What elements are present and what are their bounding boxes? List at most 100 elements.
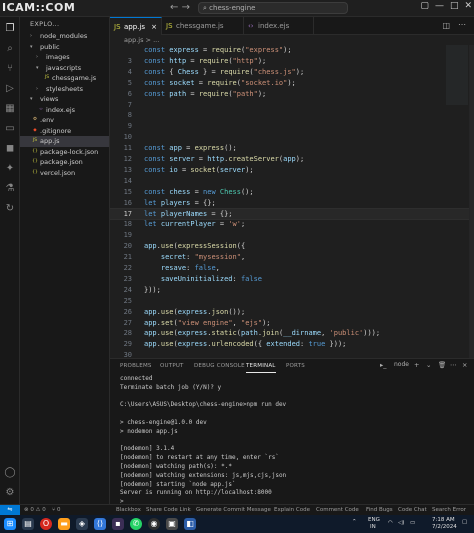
add-terminal-icon[interactable]: + [414, 361, 419, 369]
tree-item[interactable]: ▾ javascripts [20, 63, 109, 74]
code-line[interactable]: 16 let players = {}; [110, 198, 474, 209]
close-panel-icon[interactable]: × [462, 361, 467, 369]
tab-index-ejs[interactable]: ‹› index.ejs [244, 17, 314, 35]
battery-icon[interactable]: ▭ [410, 520, 415, 526]
code-line[interactable]: 26 app.use(express.json()); [110, 307, 474, 318]
tree-item[interactable]: ▾ public [20, 42, 109, 53]
layout-icon[interactable]: ▢ [420, 1, 429, 11]
code-line[interactable]: 19 [110, 230, 474, 241]
terminal-app-icon[interactable]: ▪ [112, 518, 124, 530]
tree-item[interactable]: {} package-lock.json [20, 147, 109, 158]
code-line[interactable]: 7 [110, 100, 474, 111]
tree-item[interactable]: › node_modules [20, 31, 109, 42]
code-line[interactable]: 8 [110, 110, 474, 121]
editor-scrollbar[interactable] [469, 45, 474, 358]
status-generate-commit[interactable]: Generate Commit Message [196, 505, 271, 515]
tab-app-js[interactable]: JS app.js × [110, 17, 162, 35]
code-line[interactable]: 11 const app = express(); [110, 143, 474, 154]
tree-item[interactable]: ‹› index.ejs [20, 105, 109, 116]
code-line[interactable]: 22 resave: false, [110, 263, 474, 274]
minimize-icon[interactable]: — [435, 1, 444, 11]
tree-item[interactable]: ◆ .gitignore [20, 126, 109, 137]
forward-arrow-icon[interactable]: → [182, 2, 190, 13]
code-line[interactable]: 15 const chess = new Chess(); [110, 187, 474, 198]
tray-chevron-icon[interactable]: ⌃ [352, 519, 357, 525]
code-line[interactable]: 29 app.use(express.urlencoded({ extended:… [110, 339, 474, 350]
tray-lang[interactable]: ENG [368, 517, 380, 523]
live-share-icon[interactable]: ↻ [4, 203, 16, 215]
remote-explorer-icon[interactable]: ▭ [4, 123, 16, 135]
chevron-down-icon[interactable]: ⌄ [426, 361, 431, 369]
code-line[interactable]: 14 [110, 176, 474, 187]
code-line[interactable]: 30 [110, 350, 474, 358]
opera-icon[interactable]: O [40, 518, 52, 530]
clock-time[interactable]: 7:18 AM [432, 517, 455, 523]
tab-chessgame-js[interactable]: JS chessgame.js [162, 17, 244, 35]
tab-ports[interactable]: PORTS [286, 359, 305, 373]
code-line[interactable]: 12 const server = http.createServer(app); [110, 154, 474, 165]
tab-output[interactable]: OUTPUT [160, 359, 184, 373]
wifi-icon[interactable]: ◠ [388, 520, 393, 526]
status-blackbox[interactable]: Blackbox [116, 505, 141, 515]
tree-item[interactable]: {} package.json [20, 157, 109, 168]
shell-label[interactable]: node [394, 361, 409, 368]
close-icon[interactable]: × [151, 18, 157, 36]
status-search-error[interactable]: Search Error [432, 505, 466, 515]
code-line[interactable]: 10 [110, 132, 474, 143]
code-line[interactable]: 24})); [110, 285, 474, 296]
tree-item[interactable]: {} vercel.json [20, 168, 109, 179]
back-arrow-icon[interactable]: ← [170, 2, 178, 13]
command-center-search[interactable]: ⌕ chess-engine [198, 2, 348, 14]
tree-item[interactable]: JS app.js [20, 136, 109, 147]
code-line[interactable]: 6 const path = require("path"); [110, 89, 474, 100]
more-actions-icon[interactable]: ⋯ [458, 20, 466, 29]
minimap[interactable] [446, 45, 468, 358]
vscode-icon[interactable]: ⟨⟩ [94, 518, 106, 530]
testing-icon[interactable]: ⚗ [4, 183, 16, 195]
code-line[interactable]: const express = require("express"); [110, 45, 474, 56]
status-code-chat[interactable]: Code Chat [398, 505, 427, 515]
status-find-bugs[interactable]: Find Bugs [366, 505, 393, 515]
source-control-icon[interactable]: ⑂ [4, 63, 16, 75]
extensions-icon[interactable]: ▦ [4, 103, 16, 115]
status-comment-code[interactable]: Comment Code [316, 505, 359, 515]
maximize-icon[interactable]: □ [450, 1, 459, 11]
remote-indicator[interactable]: ⇋ [0, 505, 20, 515]
code-line[interactable]: 27 app.set("view engine", "ejs"); [110, 318, 474, 329]
tree-item[interactable]: › images [20, 52, 109, 63]
code-editor[interactable]: const express = require("express"); 3 cons… [110, 45, 474, 358]
store-icon[interactable]: ◧ [184, 518, 196, 530]
code-line[interactable]: 21 secret: "mysession", [110, 252, 474, 263]
tab-debug-console[interactable]: DEBUG CONSOLE [194, 359, 245, 373]
more-actions-icon[interactable]: ⋯ [450, 361, 457, 369]
code-line[interactable]: 28 app.use(express.static(path.join(__dir… [110, 328, 474, 339]
task-view-icon[interactable]: ▤ [22, 518, 34, 530]
tree-item[interactable]: ▾ views [20, 94, 109, 105]
terminal-output[interactable]: connected Terminate batch job (Y/N)? y C:\… [120, 375, 450, 507]
account-icon[interactable]: ◯ [4, 467, 16, 479]
windows-start-icon[interactable]: ⊞ [4, 518, 16, 530]
folder-icon[interactable]: ▬ [58, 518, 70, 530]
tree-item[interactable]: JS chessgame.js [20, 73, 109, 84]
run-debug-icon[interactable]: ▷ [4, 83, 16, 95]
status-share-code-link[interactable]: Share Code Link [146, 505, 191, 515]
app-icon[interactable]: ◈ [76, 518, 88, 530]
notification-icon[interactable]: ▢ [462, 519, 467, 525]
tree-item[interactable]: ⚙ .env [20, 115, 109, 126]
whatsapp-icon[interactable]: ✆ [130, 518, 142, 530]
ports-icon[interactable]: ⑂ 0 [52, 505, 61, 515]
tab-terminal[interactable]: TERMINAL [246, 359, 276, 373]
split-editor-icon[interactable]: ◫ [442, 21, 450, 30]
code-line[interactable]: 23 saveUninitialized: false [110, 274, 474, 285]
code-line[interactable]: 17 let playerNames = {}; [110, 207, 474, 221]
error-count-icon[interactable]: ⊗ 0 ⚠ 0 [24, 505, 46, 515]
chrome-icon[interactable]: ◉ [148, 518, 160, 530]
volume-icon[interactable]: ◁) [398, 520, 404, 526]
camera-icon[interactable]: ▣ [166, 518, 178, 530]
search-icon[interactable]: ⌕ [4, 43, 16, 55]
code-line[interactable]: 4 const { Chess } = require("chess.js"); [110, 67, 474, 78]
code-line[interactable]: 5 const socket = require("socket.io"); [110, 78, 474, 89]
copilot-icon[interactable]: ✦ [4, 163, 16, 175]
tab-problems[interactable]: PROBLEMS [120, 359, 152, 373]
gear-icon[interactable]: ⚙ [4, 487, 16, 499]
